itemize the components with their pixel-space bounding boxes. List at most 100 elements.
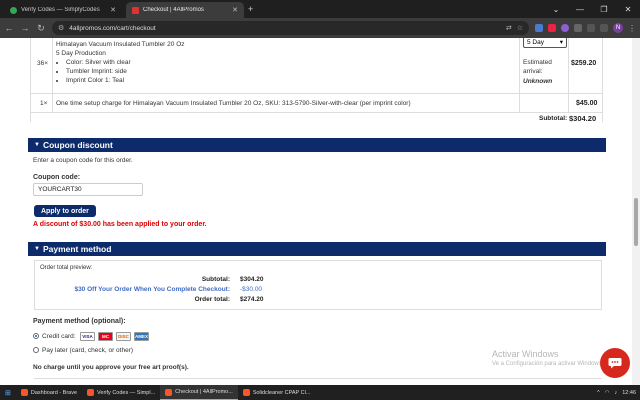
production-time: 5 Day Production <box>56 50 106 57</box>
clock[interactable]: 12:46 <box>622 390 636 396</box>
credit-card-label[interactable]: Credit card: <box>42 333 76 340</box>
browser-tab-bar: Verify Codes — SimplyCodes ✕ Checkout | … <box>0 0 640 18</box>
coupon-instruction: Enter a coupon code for this order. <box>33 157 133 164</box>
shipping-speed-select[interactable]: 5 Day ▾ <box>523 38 567 48</box>
address-bar[interactable]: ⚙ 4allpromos.com/cart/checkout ⇄ ☆ <box>52 21 529 35</box>
window-controls: ⌄ — ❐ ✕ <box>544 0 640 18</box>
start-button[interactable]: ⊞ <box>0 385 16 400</box>
table-border <box>52 38 53 112</box>
taskbar-item-simplycodes[interactable]: Verify Codes — Simpl... <box>82 385 160 400</box>
page-scrollbar[interactable] <box>632 38 640 385</box>
tab-title: Verify Codes — SimplyCodes <box>21 7 100 13</box>
system-tray: ^ ◠ ♪ 12:46 <box>597 390 640 396</box>
payment-section-header[interactable]: ▼ Payment method <box>28 242 606 256</box>
coupon-code-label: Coupon code: <box>33 174 81 181</box>
pay-later-label[interactable]: Pay later (card, check, or other) <box>42 347 133 354</box>
coupon-code-input[interactable]: YOURCART30 <box>33 183 143 196</box>
collapse-caret-icon: ▼ <box>34 246 40 252</box>
browser-toolbar: ← → ↻ ⚙ 4allpromos.com/cart/checkout ⇄ ☆… <box>0 18 640 38</box>
credit-card-radio[interactable] <box>33 333 39 339</box>
windows-activation-subtitle: Ve a Configuración para activar Windows. <box>492 361 604 367</box>
wifi-icon[interactable]: ◠ <box>605 390 610 396</box>
table-border <box>519 38 520 112</box>
back-icon[interactable]: ← <box>4 23 14 33</box>
product-row: Himalayan Vacuum Insulated Tumbler 20 Oz… <box>56 40 436 85</box>
setup-description: One time setup charge for Himalayan Vacu… <box>56 100 411 107</box>
forward-icon[interactable]: → <box>20 23 30 33</box>
tab-checkout[interactable]: Checkout | 4AllPromos ✕ <box>126 2 244 18</box>
taskbar-item-solidcleaner[interactable]: Solidcleaner CPAP Cl... <box>238 385 316 400</box>
setup-quantity: 1× <box>40 100 48 107</box>
brave-icon <box>20 389 28 396</box>
amex-icon: AMEX <box>134 332 149 341</box>
extension-icon[interactable] <box>574 24 582 32</box>
puzzle-icon[interactable] <box>587 24 595 32</box>
taskbar-item-checkout[interactable]: Checkout | 4AllPromo... <box>160 385 238 400</box>
taskbar-label: Verify Codes — Simpl... <box>97 389 156 396</box>
preview-total-label: Order total: <box>194 296 230 303</box>
maximize-icon[interactable]: ❐ <box>592 5 616 14</box>
minimize-icon[interactable]: — <box>568 5 592 14</box>
order-total-preview-title: Order total preview: <box>40 265 93 271</box>
4allpromos-favicon-icon <box>132 6 139 14</box>
sidebar-icon[interactable] <box>600 24 608 32</box>
close-tab-icon[interactable]: ✕ <box>110 6 116 14</box>
brave-icon <box>242 389 250 396</box>
payment-section-title: Payment method <box>42 244 112 254</box>
product-name: Himalayan Vacuum Insulated Tumbler 20 Oz <box>56 41 185 48</box>
payment-method-label: Payment method (optional): <box>33 318 126 325</box>
product-option: Color: Silver with clear <box>66 58 436 67</box>
table-border <box>30 38 31 122</box>
extensions-area: N ⋮ <box>535 23 636 33</box>
apply-coupon-button[interactable]: Apply to order <box>34 205 96 217</box>
checkout-page: Himalayan Vacuum Insulated Tumbler 20 Oz… <box>0 38 632 385</box>
table-border <box>602 38 603 122</box>
tray-chevron-icon[interactable]: ^ <box>597 390 600 396</box>
chat-bubble-icon <box>608 358 622 369</box>
scrollbar-thumb[interactable] <box>634 198 638 246</box>
estimated-arrival-label: Estimated arrival: <box>523 59 552 75</box>
windows-logo-icon: ⊞ <box>5 389 11 397</box>
collapse-caret-icon: ▼ <box>34 142 40 148</box>
bookmark-star-icon[interactable]: ☆ <box>517 24 523 32</box>
menu-kebab-icon[interactable]: ⋮ <box>628 24 636 33</box>
site-info-icon[interactable]: ⚙ <box>58 24 64 32</box>
chat-button[interactable] <box>600 348 630 378</box>
volume-icon[interactable]: ♪ <box>614 390 617 396</box>
taskbar-item-brave[interactable]: Dashboard - Brave <box>16 385 82 400</box>
preview-subtotal-value: $304.20 <box>240 276 264 283</box>
preview-total-value: $274.20 <box>240 296 264 303</box>
translate-icon[interactable]: ⇄ <box>506 24 512 32</box>
taskbar-label: Solidcleaner CPAP Cl... <box>252 389 311 396</box>
windows-activation-title: Activar Windows <box>492 349 559 359</box>
brave-icon <box>165 388 173 396</box>
preview-discount-value: -$30.00 <box>240 286 263 293</box>
chevron-down-icon: ▾ <box>559 39 563 46</box>
visa-icon: VISA <box>80 332 95 341</box>
pay-later-radio[interactable] <box>33 347 39 353</box>
setup-price: $45.00 <box>576 100 598 107</box>
new-tab-button[interactable]: + <box>248 2 253 18</box>
taskbar-label: Dashboard - Brave <box>30 389 78 396</box>
card-logos: VISA MC DISC AMEX <box>80 332 149 341</box>
close-window-icon[interactable]: ✕ <box>616 5 640 14</box>
product-quantity: 36× <box>37 60 49 67</box>
shipping-speed-value: 5 Day <box>527 38 544 46</box>
tab-verify-codes[interactable]: Verify Codes — SimplyCodes ✕ <box>4 2 122 18</box>
order-total-preview <box>34 260 602 310</box>
close-tab-icon[interactable]: ✕ <box>232 6 238 14</box>
simplycodes-favicon-icon <box>10 6 17 14</box>
url-text: 4allpromos.com/cart/checkout <box>69 24 156 32</box>
discover-icon: DISC <box>116 332 131 341</box>
brave-icon <box>87 389 95 396</box>
reload-icon[interactable]: ↻ <box>36 23 46 34</box>
no-charge-note: No charge until you approve your free ar… <box>33 364 189 371</box>
extension-icon[interactable] <box>535 24 543 32</box>
extension-icon[interactable] <box>548 24 556 32</box>
coupon-section-header[interactable]: ▼ Coupon discount <box>28 138 606 152</box>
table-divider <box>30 93 602 94</box>
profile-avatar[interactable]: N <box>613 23 623 33</box>
tab-search-icon[interactable]: ⌄ <box>544 5 568 14</box>
extension-icon[interactable] <box>561 24 569 32</box>
product-price: $259.20 <box>571 60 597 67</box>
